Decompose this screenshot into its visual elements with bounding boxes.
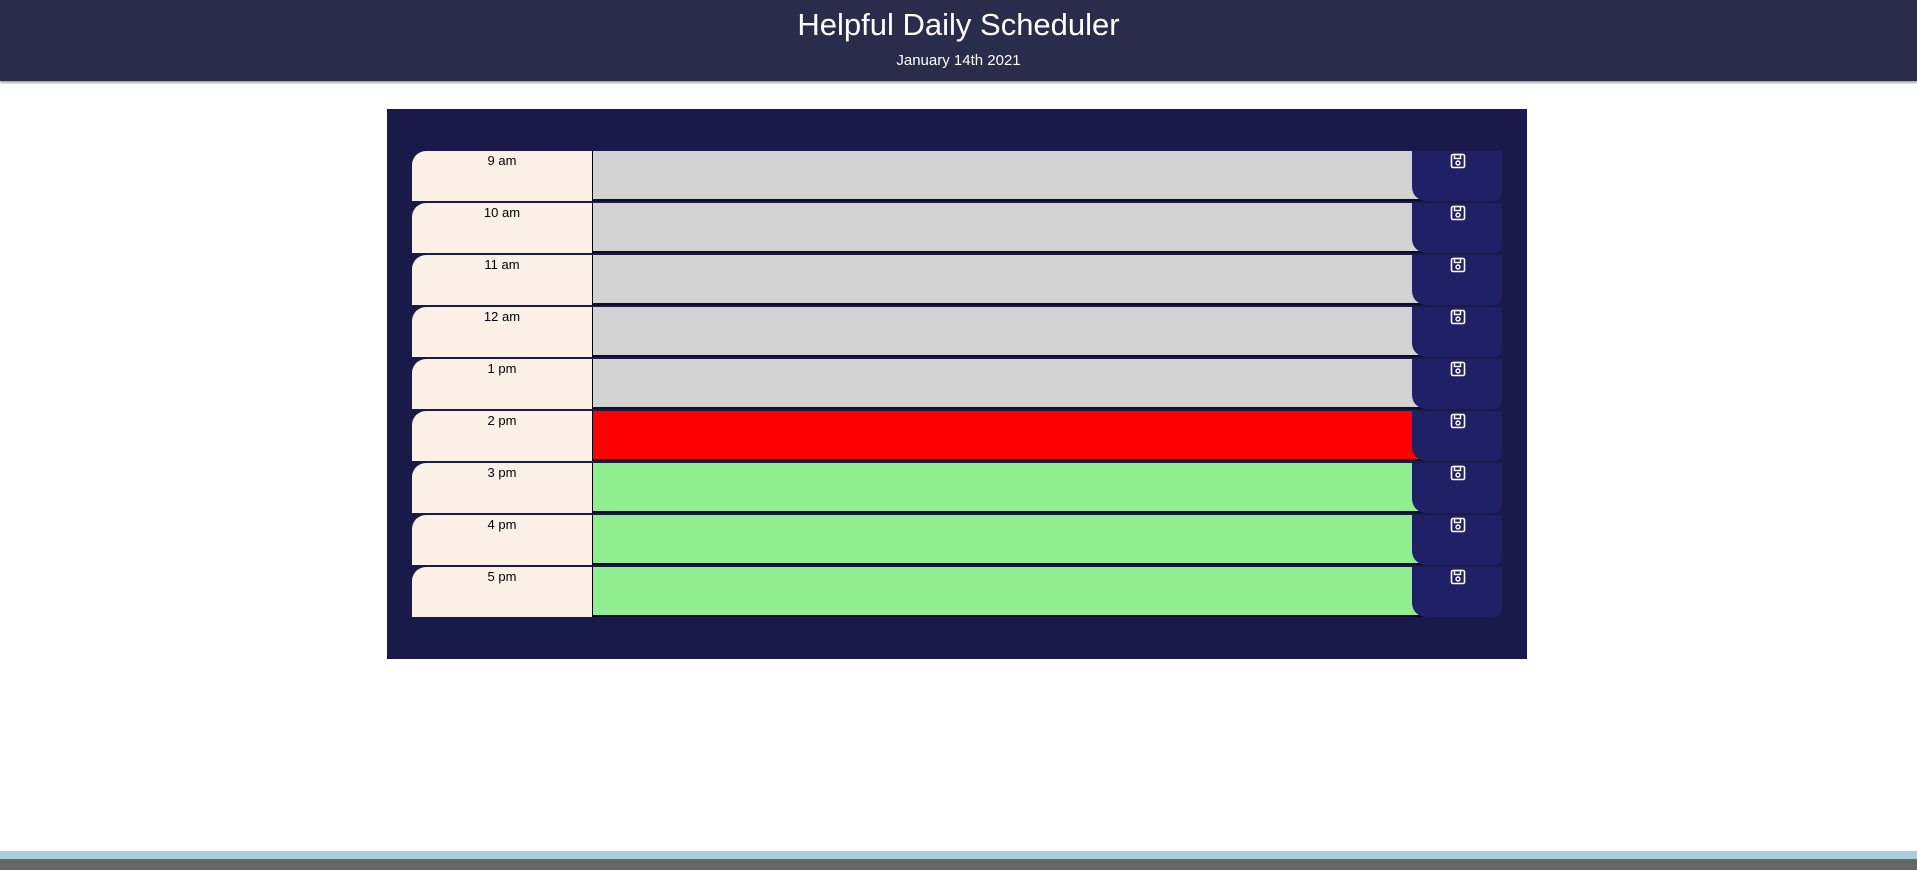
event-textarea[interactable] (593, 515, 1423, 565)
time-block-row: 1 pm (412, 359, 1502, 409)
save-button[interactable] (1412, 255, 1502, 305)
save-button[interactable] (1412, 307, 1502, 357)
event-textarea[interactable] (593, 151, 1423, 201)
save-button[interactable] (1412, 359, 1502, 409)
hour-label-cell: 4 pm (412, 515, 593, 565)
event-textarea[interactable] (593, 359, 1423, 409)
hour-label-cell: 12 am (412, 307, 593, 357)
time-block-row: 4 pm (412, 515, 1502, 565)
save-button[interactable] (1412, 463, 1502, 513)
scheduler-container: 9 am 10 am 11 am 12 am 1 pm 2 pm 3 pm 4 … (387, 109, 1527, 659)
hour-label-cell: 11 am (412, 255, 593, 305)
hour-label-cell: 5 pm (412, 567, 593, 617)
hour-label-cell: 1 pm (412, 359, 593, 409)
app-header: Helpful Daily Scheduler January 14th 202… (0, 0, 1917, 81)
floppy-disk-icon (1450, 309, 1466, 325)
floppy-disk-icon (1450, 413, 1466, 429)
page-title: Helpful Daily Scheduler (797, 7, 1120, 42)
time-block-row: 12 am (412, 307, 1502, 357)
event-textarea[interactable] (593, 255, 1423, 305)
floppy-disk-icon (1450, 465, 1466, 481)
event-textarea[interactable] (593, 307, 1423, 357)
floppy-disk-icon (1450, 205, 1466, 221)
time-block-row: 2 pm (412, 411, 1502, 461)
event-textarea[interactable] (593, 567, 1423, 617)
event-textarea[interactable] (593, 463, 1423, 513)
hour-label: 3 pm (487, 465, 517, 480)
save-button[interactable] (1412, 515, 1502, 565)
hour-label: 11 am (484, 257, 520, 272)
time-block-row: 9 am (412, 151, 1502, 201)
hour-label: 4 pm (487, 517, 517, 532)
hour-label-cell: 2 pm (412, 411, 593, 461)
floppy-disk-icon (1450, 257, 1466, 273)
hour-label: 9 am (487, 153, 517, 168)
hour-label: 12 am (483, 309, 521, 324)
time-block-row: 11 am (412, 255, 1502, 305)
time-block-row: 10 am (412, 203, 1502, 253)
event-textarea[interactable] (593, 203, 1423, 253)
save-button[interactable] (1412, 203, 1502, 253)
hour-label: 10 am (483, 205, 521, 220)
hour-label: 1 pm (487, 361, 517, 376)
footer-bar (0, 859, 1917, 870)
hour-label-cell: 3 pm (412, 463, 593, 513)
hour-label: 2 pm (487, 413, 517, 428)
time-block-row: 5 pm (412, 567, 1502, 617)
hour-label-cell: 9 am (412, 151, 593, 201)
current-date: January 14th 2021 (896, 52, 1021, 69)
floppy-disk-icon (1450, 569, 1466, 585)
save-button[interactable] (1412, 567, 1502, 617)
floppy-disk-icon (1450, 153, 1466, 169)
event-textarea[interactable] (593, 411, 1423, 461)
footer-accent-bar (0, 851, 1917, 859)
save-button[interactable] (1412, 151, 1502, 201)
hour-label: 5 pm (487, 569, 517, 584)
save-button[interactable] (1412, 411, 1502, 461)
floppy-disk-icon (1450, 517, 1466, 533)
time-block-row: 3 pm (412, 463, 1502, 513)
floppy-disk-icon (1450, 361, 1466, 377)
hour-label-cell: 10 am (412, 203, 593, 253)
